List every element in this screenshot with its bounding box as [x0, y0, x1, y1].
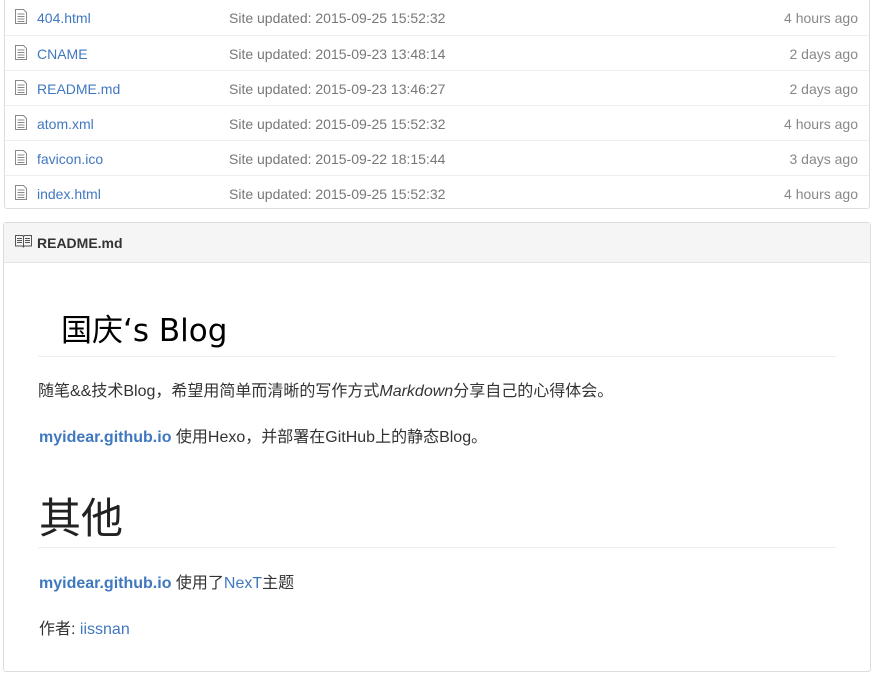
readme-paragraph: myidear.github.io 使用Hexo，并部署在GitHub上的静态B…: [39, 423, 487, 447]
commit-age: 2 days ago: [789, 81, 859, 97]
divider: [38, 356, 836, 357]
divider: [38, 547, 836, 548]
commit-age: 3 days ago: [789, 151, 859, 167]
commit-message[interactable]: Site updated: 2015-09-23 13:46:27: [229, 81, 445, 97]
paragraph-text: 使用了: [171, 575, 224, 592]
readme-paragraph: myidear.github.io 使用了NexT主题: [39, 569, 294, 593]
commit-age: 4 hours ago: [784, 10, 858, 26]
file-row: README.md Site updated: 2015-09-23 13:46…: [5, 70, 869, 105]
file-icon: [15, 185, 27, 200]
commit-age: 4 hours ago: [784, 186, 858, 202]
readme-heading: 国庆‘s Blog: [61, 313, 228, 349]
paragraph-text: 作者:: [39, 621, 80, 638]
section-heading: 其他: [39, 494, 124, 543]
file-name-link[interactable]: atom.xml: [37, 116, 94, 132]
readme-title: README.md: [37, 235, 123, 251]
paragraph-text: 分享自己的心得体会。: [453, 383, 614, 400]
commit-message[interactable]: Site updated: 2015-09-25 15:52:32: [229, 116, 445, 132]
file-icon: [15, 80, 27, 95]
paragraph-text: 使用Hexo，并部署在GitHub上的静态Blog。: [171, 429, 488, 446]
file-name-link[interactable]: 404.html: [37, 10, 91, 26]
file-row: CNAME Site updated: 2015-09-23 13:48:14 …: [5, 35, 869, 70]
readme-paragraph: 随笔&&技术Blog，希望用简单而清晰的写作方式Markdown分享自己的心得体…: [38, 377, 613, 401]
theme-link[interactable]: NexT: [224, 575, 262, 592]
commit-message[interactable]: Site updated: 2015-09-25 15:52:32: [229, 10, 445, 26]
site-link[interactable]: myidear.github.io: [39, 575, 171, 592]
readme-panel: README.md 国庆‘s Blog 随笔&&技术Blog，希望用简单而清晰的…: [3, 222, 871, 672]
file-name-link[interactable]: favicon.ico: [37, 151, 103, 167]
file-icon: [15, 150, 27, 165]
paragraph-text: 随笔&&技术Blog，希望用简单而清晰的写作方式: [38, 383, 380, 400]
file-name-link[interactable]: README.md: [37, 81, 120, 97]
file-row: index.html Site updated: 2015-09-25 15:5…: [5, 175, 869, 210]
commit-message[interactable]: Site updated: 2015-09-23 13:48:14: [229, 46, 445, 62]
file-icon: [15, 45, 27, 60]
file-row: 404.html Site updated: 2015-09-25 15:52:…: [5, 0, 869, 35]
author-link[interactable]: iissnan: [80, 621, 130, 638]
file-icon: [15, 115, 27, 130]
emphasis-text: Markdown: [379, 383, 454, 400]
readme-paragraph: 作者: iissnan: [39, 615, 130, 639]
commit-age: 4 hours ago: [784, 116, 858, 132]
file-list: 404.html Site updated: 2015-09-25 15:52:…: [4, 0, 870, 209]
commit-message[interactable]: Site updated: 2015-09-22 18:15:44: [229, 151, 445, 167]
site-link[interactable]: myidear.github.io: [39, 429, 171, 446]
book-icon: [15, 235, 32, 248]
paragraph-text: 主题: [262, 575, 295, 592]
readme-header: README.md: [4, 223, 870, 263]
file-name-link[interactable]: CNAME: [37, 46, 88, 62]
file-row: favicon.ico Site updated: 2015-09-22 18:…: [5, 140, 869, 175]
file-icon: [15, 9, 27, 24]
commit-age: 2 days ago: [789, 46, 859, 62]
commit-message[interactable]: Site updated: 2015-09-25 15:52:32: [229, 186, 445, 202]
file-name-link[interactable]: index.html: [37, 186, 101, 202]
file-row: atom.xml Site updated: 2015-09-25 15:52:…: [5, 105, 869, 140]
